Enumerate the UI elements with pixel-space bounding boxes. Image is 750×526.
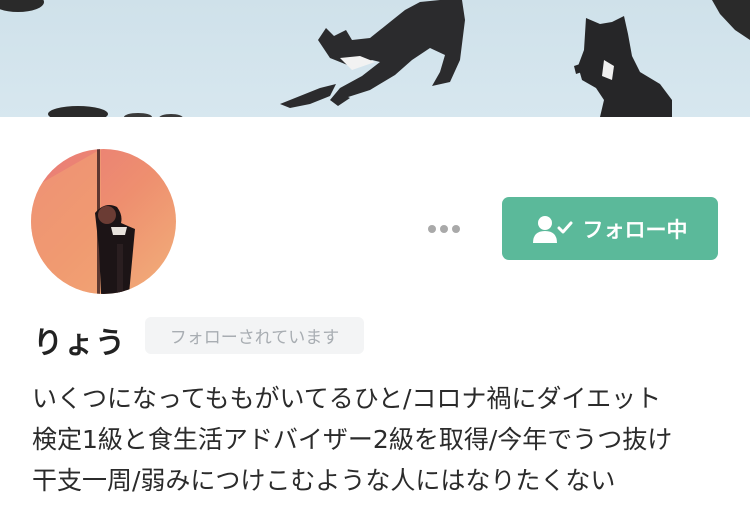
more-dots-icon <box>428 225 436 233</box>
avatar[interactable] <box>31 149 176 294</box>
following-button-label: フォロー中 <box>582 217 688 242</box>
display-name: りょう <box>33 326 126 361</box>
more-dot <box>440 225 448 233</box>
bio-line: いくつになってももがいてるひと/コロナ禍にダイエット <box>32 384 662 413</box>
bio-line: 干支一周/弱みにつけこむような人にはなりたくない <box>32 466 616 495</box>
cats-illustration <box>0 0 750 117</box>
cover-image <box>0 0 750 117</box>
profile-bio: いくつになってももがいてるひと/コロナ禍にダイエット 検定1級と食生活アドバイザ… <box>32 378 722 501</box>
more-options-button[interactable] <box>422 215 466 243</box>
follows-you-badge: フォローされています <box>145 317 364 354</box>
avatar-image <box>31 149 176 294</box>
more-dot <box>452 225 460 233</box>
user-check-icon <box>532 214 573 244</box>
following-button[interactable]: フォロー中 <box>502 197 718 260</box>
bio-line: 検定1級と食生活アドバイザー2級を取得/今年でうつ抜け <box>32 425 673 454</box>
